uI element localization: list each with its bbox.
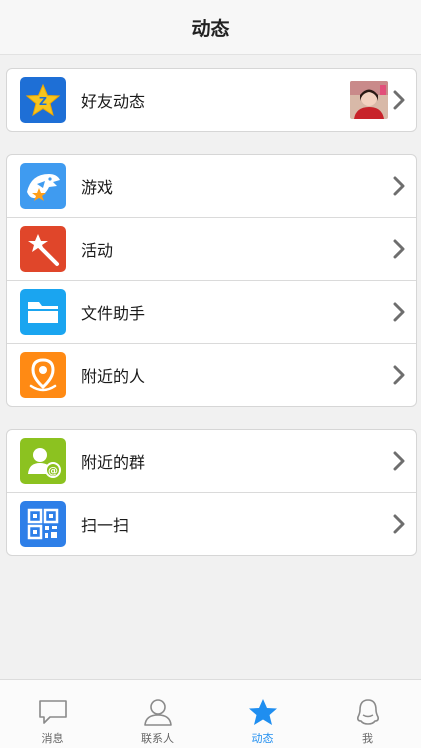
file-assistant-row[interactable]: 文件助手 bbox=[7, 281, 416, 344]
tab-feeds-label: 动态 bbox=[251, 732, 274, 745]
page-title: 动态 bbox=[191, 17, 230, 40]
group-at-icon: @ bbox=[20, 438, 66, 484]
contact-person-icon bbox=[143, 699, 172, 726]
chevron-right-icon bbox=[393, 514, 405, 534]
bottom-tab-bar: 消息 联系人 动态 我 bbox=[0, 679, 421, 748]
header-bar: 动态 bbox=[0, 0, 421, 55]
penguin-icon bbox=[356, 699, 379, 725]
qzone-star-icon: Z bbox=[20, 77, 66, 123]
tab-contacts[interactable]: 联系人 bbox=[105, 680, 210, 748]
chevron-right-icon bbox=[393, 365, 405, 385]
chevron-right-icon bbox=[393, 451, 405, 471]
tab-contacts-label: 联系人 bbox=[141, 732, 174, 745]
svg-text:@: @ bbox=[48, 466, 58, 477]
nearby-people-row[interactable]: 附近的人 bbox=[7, 344, 416, 406]
game-label: 游戏 bbox=[81, 178, 114, 197]
chat-bubble-icon bbox=[38, 700, 67, 724]
scan-label: 扫一扫 bbox=[81, 516, 130, 535]
chevron-right-icon bbox=[393, 239, 405, 259]
file-assistant-label: 文件助手 bbox=[81, 304, 146, 323]
game-row[interactable]: 游戏 bbox=[7, 155, 416, 218]
nearby-groups-row[interactable]: @ 附近的群 bbox=[7, 430, 416, 493]
friends-feed-row[interactable]: Z 好友动态 bbox=[7, 69, 416, 131]
activity-label: 活动 bbox=[81, 241, 114, 260]
location-pin-icon bbox=[20, 352, 66, 398]
qr-code-icon bbox=[20, 501, 66, 547]
chevron-right-icon bbox=[393, 176, 405, 196]
chevron-right-icon bbox=[393, 302, 405, 322]
star-icon bbox=[248, 699, 277, 725]
activity-row[interactable]: 活动 bbox=[7, 218, 416, 281]
tab-messages-label: 消息 bbox=[41, 732, 64, 745]
tab-feeds[interactable]: 动态 bbox=[210, 680, 315, 748]
tab-me[interactable]: 我 bbox=[315, 680, 420, 748]
svg-text:Z: Z bbox=[39, 95, 47, 108]
tools-group: @ 附近的群 扫一扫 bbox=[6, 429, 417, 556]
friends-feed-label: 好友动态 bbox=[81, 92, 146, 111]
scan-row[interactable]: 扫一扫 bbox=[7, 493, 416, 555]
tab-me-label: 我 bbox=[362, 732, 373, 745]
nearby-groups-label: 附近的群 bbox=[81, 453, 146, 472]
chevron-right-icon bbox=[393, 90, 405, 110]
services-group: 游戏 活动 文件助手 附近的人 bbox=[6, 154, 417, 407]
folder-icon bbox=[20, 289, 66, 335]
nearby-people-label: 附近的人 bbox=[81, 367, 146, 386]
tab-messages[interactable]: 消息 bbox=[0, 680, 105, 748]
friend-photo-thumbnail bbox=[350, 81, 388, 119]
game-shark-icon bbox=[20, 163, 66, 209]
magic-wand-icon bbox=[20, 226, 66, 272]
friends-feed-group: Z 好友动态 bbox=[6, 68, 417, 132]
